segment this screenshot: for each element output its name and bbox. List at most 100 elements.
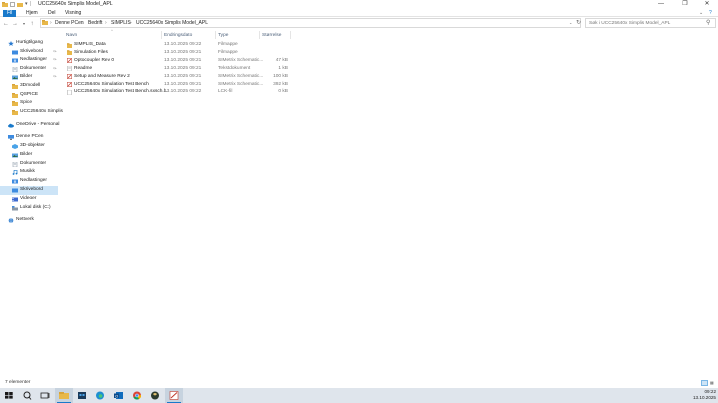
minimize-button[interactable]: —	[650, 0, 672, 9]
tab-view[interactable]: Visning	[61, 10, 85, 17]
column-divider[interactable]	[290, 31, 291, 39]
back-button[interactable]: ←	[2, 20, 10, 28]
column-divider[interactable]	[161, 31, 162, 39]
nav-item-nedlastinger[interactable]: Nedlastinger ✑	[0, 56, 58, 65]
nav-item-label: QSPICE	[20, 91, 39, 97]
star-icon	[8, 41, 14, 46]
taskbar-store[interactable]	[73, 388, 91, 403]
pin-icon: ✑	[53, 74, 57, 79]
quick-access-dropdown-icon[interactable]: ▾	[25, 1, 28, 7]
taskbar-clock[interactable]: 09:22 13.10.2025	[688, 389, 716, 401]
item-count: 7 elementer	[5, 380, 31, 385]
pin-icon: ✑	[53, 57, 57, 62]
nav-item-label: Spice	[20, 100, 32, 105]
file-date: 13.10.2025 09:22	[164, 42, 202, 47]
details-view-button[interactable]	[701, 380, 708, 386]
column-header-name[interactable]: Navn	[66, 33, 77, 38]
column-header-type[interactable]: Type	[218, 33, 228, 38]
file-name: UCC25640x Simulation Test Bench	[74, 81, 149, 87]
file-row[interactable]: UCC25640x Simulation Test Bench 13.10.202…	[66, 81, 290, 89]
nav-item-label: Nedlastinger	[20, 57, 47, 62]
column-divider[interactable]	[215, 31, 216, 39]
taskbar-edge[interactable]	[91, 388, 109, 403]
address-dropdown-icon[interactable]: ⌄	[569, 20, 572, 25]
breadcrumb-separator: ›	[50, 20, 52, 26]
documents-folder-icon	[12, 66, 18, 72]
file-row[interactable]: SIMPLIS_Data 13.10.2025 09:22 Filmappe	[66, 41, 290, 49]
forward-button[interactable]: →	[11, 20, 19, 28]
task-view-button[interactable]	[36, 388, 54, 403]
file-size: 392 kB	[273, 81, 288, 87]
tab-share[interactable]: Del	[44, 10, 60, 17]
column-header-size[interactable]: Størrelse	[262, 33, 281, 38]
taskbar-outlook[interactable]: O	[110, 388, 128, 403]
taskbar-chrome[interactable]	[128, 388, 146, 403]
nav-item-skrivebord[interactable]: Skrivebord ✑	[0, 48, 58, 57]
chrome-icon	[133, 391, 142, 400]
close-button[interactable]: ✕	[696, 0, 718, 9]
folder-icon	[42, 20, 48, 27]
generic-file-icon	[67, 89, 72, 96]
large-icons-view-button[interactable]: ▦	[710, 380, 716, 386]
desktop-folder-icon	[12, 50, 18, 55]
properties-icon[interactable]	[10, 2, 15, 7]
maximize-button[interactable]: ❐	[674, 0, 696, 9]
file-row[interactable]: Optocoupler Rev 0 13.10.2025 09:21 SIMetri…	[66, 57, 290, 65]
nav-item-dokumenter[interactable]: Dokumenter ✑	[0, 65, 58, 74]
nav-item-nettverk[interactable]: Nettverk	[0, 216, 58, 225]
column-header-date[interactable]: Endringsdato	[164, 33, 192, 38]
nav-item-dokumenter[interactable]: Dokumenter	[0, 160, 58, 169]
nav-item-ucc25640x-simplis[interactable]: UCC25640x Simplis	[0, 108, 63, 117]
new-folder-icon[interactable]	[17, 2, 23, 7]
music-folder-icon	[12, 169, 18, 175]
nav-item-musikk[interactable]: Musikk	[0, 168, 58, 177]
arrow-left-icon: ←	[3, 21, 9, 27]
task-view-icon	[40, 392, 50, 399]
refresh-icon[interactable]: ↻	[576, 19, 581, 26]
recent-locations-button[interactable]: ▾	[20, 20, 28, 28]
file-row[interactable]: Setup and Measure Rev 2 13.10.2025 09:21 S…	[66, 73, 290, 81]
nav-item-spice[interactable]: Spice	[0, 99, 58, 108]
nav-item-qspice[interactable]: QSPICE	[0, 91, 58, 100]
nav-item-nedlastinger[interactable]: Nedlastinger	[0, 177, 58, 186]
nav-item-videoer[interactable]: Videoer	[0, 195, 58, 204]
svg-text:O: O	[115, 393, 118, 398]
breadcrumb-this-pc[interactable]: Denne PCen	[55, 20, 84, 27]
taskbar-simetrix[interactable]	[165, 388, 183, 403]
tab-file[interactable]: Fil	[3, 10, 17, 17]
nav-item-bilder[interactable]: Bilder	[0, 151, 58, 160]
breadcrumb-current-folder[interactable]: UCC25640x Simplis Model_APL	[136, 20, 208, 27]
file-row[interactable]: Readme 13.10.2025 09:21 Tekstdokument 1 kB	[66, 65, 290, 73]
file-row[interactable]: UCC25640x Simulation Test Bench.sxsch.l.…	[66, 88, 290, 96]
taskbar-file-explorer[interactable]	[55, 388, 73, 403]
nav-item-3dmodell[interactable]: 3Dmodell	[0, 82, 58, 91]
nav-item-bilder[interactable]: Bilder ✑	[0, 73, 58, 82]
ribbon-expand-icon[interactable]: ⌄	[699, 10, 703, 16]
column-divider[interactable]	[259, 31, 260, 39]
nav-item-skrivebord[interactable]: Skrivebord	[0, 186, 58, 195]
file-row[interactable]: Simulation Files 13.10.2025 09:21 Filmappe	[66, 49, 290, 57]
nav-item-3d-objekter[interactable]: 3D-objekter	[0, 142, 58, 151]
nav-item-label: Bilder	[20, 74, 33, 79]
taskbar-search-button[interactable]	[18, 388, 36, 403]
nav-item-label: Nedlastinger	[20, 178, 47, 183]
breadcrumb-separator: ›	[105, 20, 107, 26]
computer-icon	[8, 135, 14, 140]
tab-home[interactable]: Hjem	[22, 10, 42, 17]
up-button[interactable]: ↑	[28, 20, 36, 28]
download-folder-icon	[12, 58, 18, 63]
nav-item-denne-pcen[interactable]: Denne PCen	[0, 133, 58, 142]
pictures-folder-icon	[12, 153, 18, 158]
folder-icon	[12, 92, 18, 98]
nav-item-label: UCC25640x Simplis	[20, 109, 63, 114]
help-icon[interactable]: ?	[709, 10, 712, 16]
breadcrumb-bedrift[interactable]: Bedrift	[88, 20, 102, 27]
outlook-icon: O	[114, 392, 123, 399]
breadcrumb-simplis[interactable]: SIMPLIS	[111, 20, 131, 27]
taskbar-app[interactable]	[146, 388, 164, 403]
file-size: 100 kB	[273, 73, 288, 79]
start-button[interactable]	[0, 388, 18, 403]
nav-item-hurtigtilgang[interactable]: Hurtigtilgang	[0, 39, 58, 48]
nav-item-onedrive-personal[interactable]: OneDrive - Personal	[0, 121, 59, 130]
nav-item-lokal-disk-c[interactable]: Lokal disk (C:)	[0, 204, 58, 213]
